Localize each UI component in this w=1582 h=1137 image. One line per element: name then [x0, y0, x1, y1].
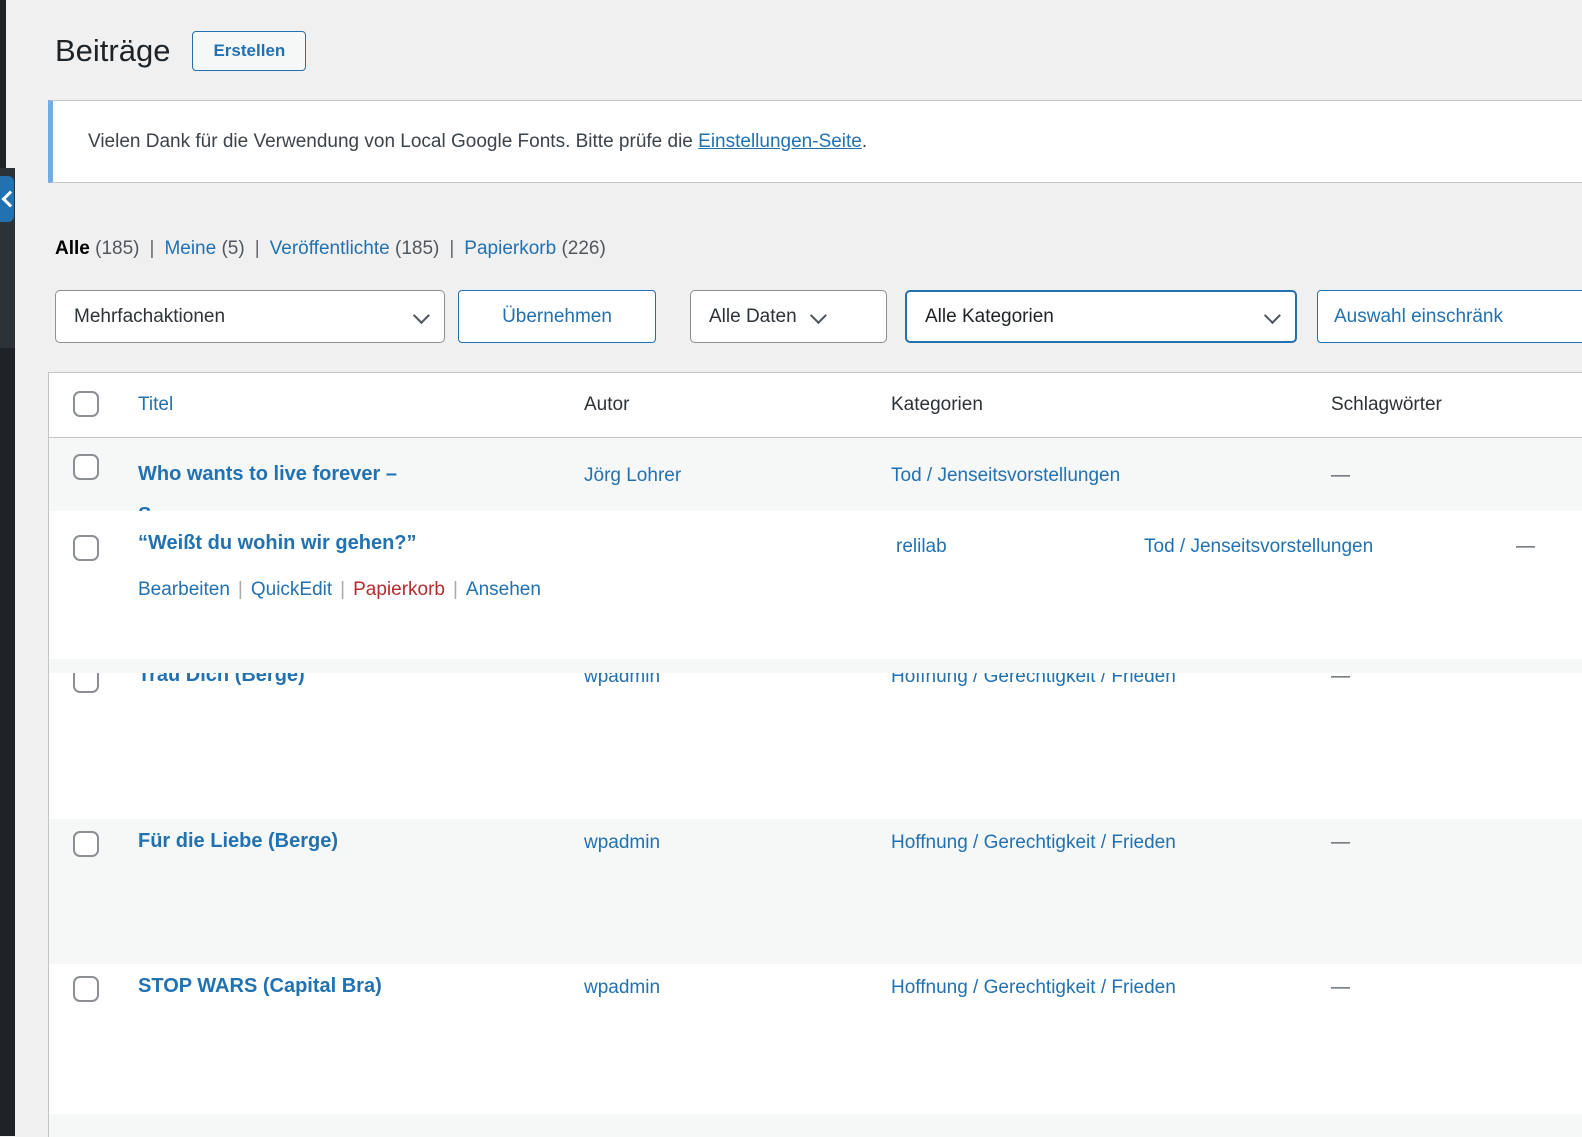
column-header-titel[interactable]: Titel — [138, 392, 173, 418]
admin-menu-panel — [0, 348, 15, 1136]
tags-empty-dash: — — [1331, 829, 1350, 857]
author-link[interactable]: Jörg Lohrer — [584, 465, 681, 486]
post-status-filters: Alle (185) | Meine (5) | Veröffentlichte (18… — [55, 238, 606, 260]
categories-filter-select[interactable]: Alle Kategorien — [905, 290, 1297, 343]
bulk-actions-value: Mehrfachaktionen — [74, 306, 225, 328]
table-header-row: Titel Autor Kategorien Schlagwörter — [49, 373, 1582, 438]
action-separator: | — [340, 579, 345, 600]
column-header-schlagwoerter: Schlagwörter — [1331, 392, 1442, 418]
table-row: Who wants to live forever –S Jörg Lohrer… — [49, 438, 1582, 511]
row-checkbox[interactable] — [73, 673, 99, 693]
filter-meine[interactable]: Meine (5) — [164, 238, 244, 259]
tags-empty-dash: — — [1331, 462, 1350, 490]
row-stripe-band — [49, 659, 1582, 673]
title-bar: Beiträge Erstellen — [55, 26, 306, 76]
filter-separator: | — [449, 238, 454, 259]
row-checkbox[interactable] — [73, 831, 99, 857]
chevron-down-icon — [810, 307, 827, 324]
author-link[interactable]: wpadmin — [584, 673, 660, 687]
categories-link[interactable]: Tod / Jenseitsvorstellungen — [891, 465, 1120, 486]
list-toolbar: Mehrfachaktionen Übernehmen Alle Daten A… — [0, 290, 1582, 344]
table-row: “Weißt du wohin wir gehen?” Bearbeiten | Q… — [49, 511, 1582, 659]
chevron-down-icon — [1264, 307, 1281, 324]
row-stripe-band — [49, 1114, 1582, 1137]
post-title-link[interactable]: STOP WARS (Capital Bra) — [138, 975, 382, 997]
bulk-actions-select[interactable]: Mehrfachaktionen — [55, 290, 445, 343]
select-all-checkbox[interactable] — [73, 391, 99, 417]
post-title-link[interactable]: Für die Liebe (Berge) — [138, 830, 338, 852]
categories-link[interactable]: Hoffnung / Gerechtigkeit / Frieden — [891, 977, 1176, 998]
categories-link[interactable]: Tod / Jenseitsvorstellungen — [1144, 536, 1373, 557]
posts-table: Titel Autor Kategorien Schlagwörter Who … — [48, 372, 1582, 1137]
author-link[interactable]: relilab — [896, 536, 947, 557]
categories-filter-value: Alle Kategorien — [925, 306, 1054, 328]
action-ansehen[interactable]: Ansehen — [466, 579, 541, 600]
tags-empty-dash: — — [1516, 533, 1535, 561]
filter-veroeffentlichte[interactable]: Veröffentlichte (185) — [270, 238, 440, 259]
categories-link[interactable]: Hoffnung / Gerechtigkeit / Frieden — [891, 673, 1176, 687]
clipped-second-line: S — [138, 495, 558, 511]
table-row: STOP WARS (Capital Bra) wpadmin Hoffnung… — [49, 964, 1582, 1114]
tags-empty-dash: — — [1331, 673, 1350, 691]
post-title-link[interactable]: “Weißt du wohin wir gehen?” — [138, 532, 417, 554]
filter-alle[interactable]: Alle (185) — [55, 238, 140, 259]
action-quickedit[interactable]: QuickEdit — [251, 579, 332, 600]
action-papierkorb[interactable]: Papierkorb — [353, 579, 445, 600]
chevron-down-icon — [413, 307, 430, 324]
notice-text: Vielen Dank für die Verwendung von Local… — [88, 131, 698, 152]
post-title-link[interactable]: Who wants to live forever –S — [138, 463, 558, 511]
dates-filter-select[interactable]: Alle Daten — [690, 290, 887, 343]
filter-separator: | — [150, 238, 155, 259]
row-checkbox[interactable] — [73, 454, 99, 480]
admin-menu-current-item[interactable] — [0, 176, 14, 222]
row-actions: Bearbeiten | QuickEdit | Papierkorb | Ansehen — [138, 579, 541, 601]
create-post-button[interactable]: Erstellen — [192, 31, 306, 71]
apply-button[interactable]: Übernehmen — [458, 290, 656, 343]
page-title: Beiträge — [55, 27, 170, 75]
action-separator: | — [238, 579, 243, 600]
author-link[interactable]: wpadmin — [584, 977, 660, 998]
row-checkbox[interactable] — [73, 976, 99, 1002]
table-row: Für die Liebe (Berge) wpadmin Hoffnung /… — [49, 819, 1582, 964]
post-title-link[interactable]: Trau Dich (Berge) — [138, 673, 305, 686]
action-separator: | — [453, 579, 458, 600]
filter-papierkorb[interactable]: Papierkorb (226) — [464, 238, 606, 259]
categories-link[interactable]: Hoffnung / Gerechtigkeit / Frieden — [891, 832, 1176, 853]
author-link[interactable]: wpadmin — [584, 832, 660, 853]
notice-text-end: . — [862, 131, 867, 152]
dates-filter-value: Alle Daten — [709, 306, 797, 328]
action-bearbeiten[interactable]: Bearbeiten — [138, 579, 230, 600]
tags-empty-dash: — — [1331, 974, 1350, 1002]
row-checkbox[interactable] — [73, 535, 99, 561]
table-row: Trau Dich (Berge) wpadmin Hoffnung / Ger… — [49, 673, 1582, 819]
column-header-autor: Autor — [584, 392, 629, 418]
column-header-kategorien: Kategorien — [891, 392, 983, 418]
filter-separator: | — [255, 238, 260, 259]
settings-page-link[interactable]: Einstellungen-Seite — [698, 131, 862, 152]
limit-selection-button[interactable]: Auswahl einschränk — [1317, 290, 1582, 343]
chevron-left-icon — [2, 191, 19, 208]
notice-banner: Vielen Dank für die Verwendung von Local… — [48, 100, 1582, 183]
